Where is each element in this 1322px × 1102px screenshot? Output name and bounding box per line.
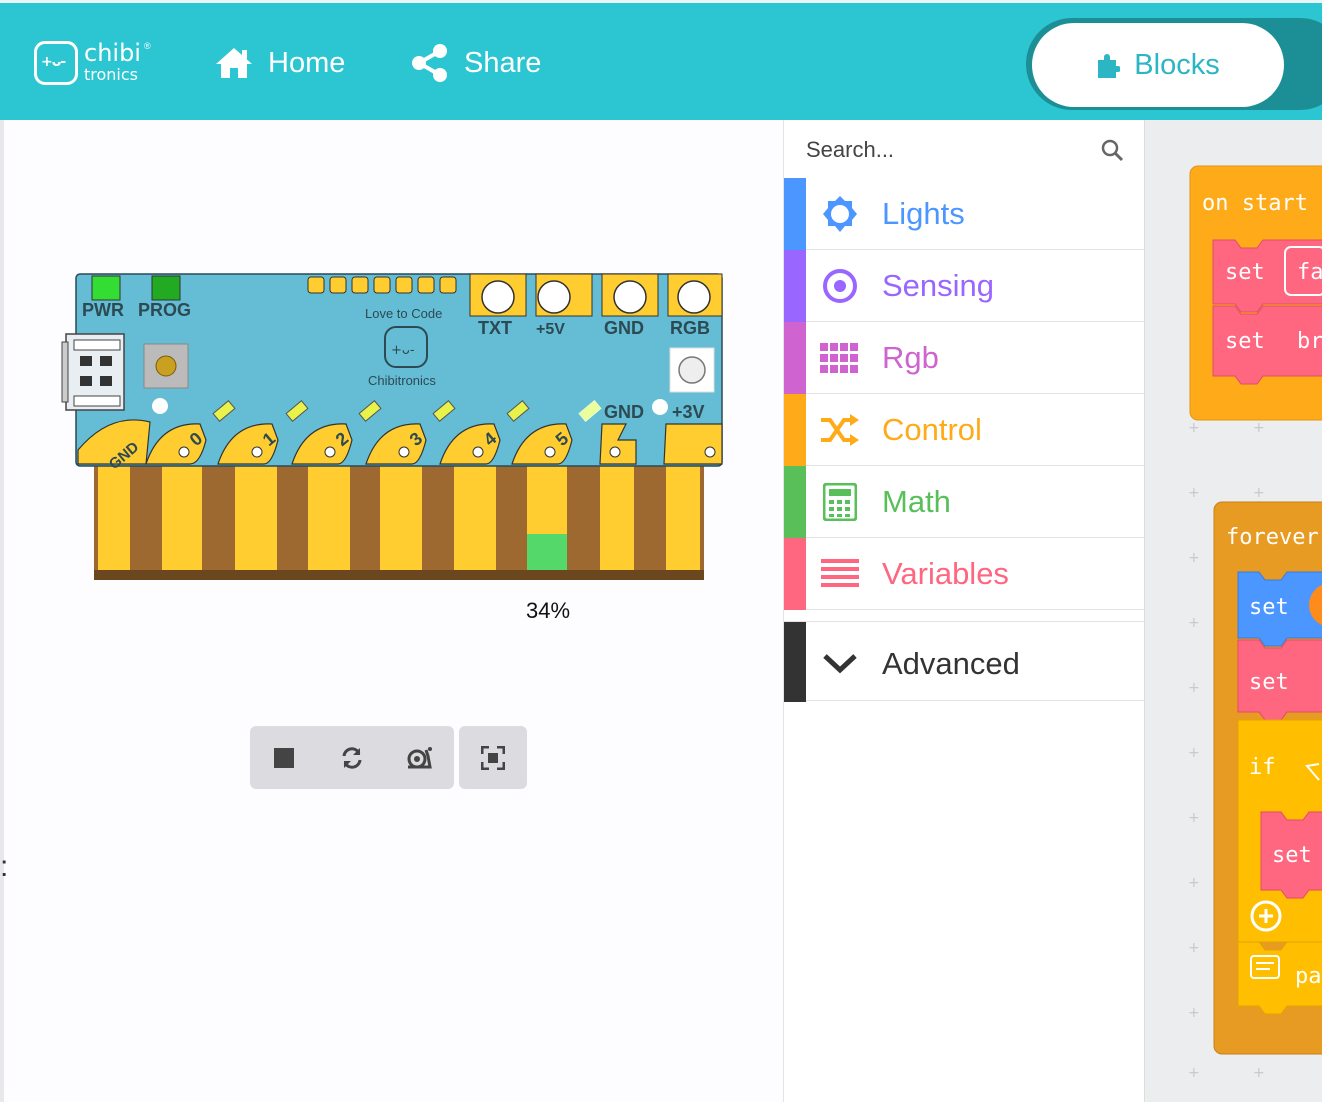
category-color-bar (784, 538, 806, 610)
share-button[interactable]: Share (410, 43, 541, 83)
logo-text-top: chibi (84, 39, 141, 67)
set-label-5: set (1272, 843, 1312, 868)
category-label: Control (882, 412, 982, 447)
reset-button-cap (155, 355, 177, 377)
snail-icon (407, 746, 432, 768)
top-bar: +ᴗ- chibi tronics ® Home Share Blocks (0, 0, 1322, 120)
category-variables[interactable]: Variables (784, 538, 1144, 610)
sensing-icon (820, 268, 860, 304)
set-label-2: set (1225, 329, 1265, 354)
edge-fragment: : (0, 850, 9, 883)
logo-face-box: +ᴗ- (34, 41, 78, 85)
love-to-code-text: Love to Code (365, 306, 442, 321)
board-face-glyph: +ᴗ- (391, 343, 415, 358)
fullscreen-icon (481, 745, 505, 770)
rgb-icon (820, 340, 860, 376)
header-pin-row (307, 276, 457, 294)
search-input[interactable] (806, 137, 1066, 163)
prog-label: PROG (138, 300, 191, 320)
puzzle-icon (1098, 54, 1121, 78)
blocks-label: Blocks (1134, 48, 1220, 81)
share-icon (412, 44, 447, 82)
category-math[interactable]: Math (784, 466, 1144, 538)
refresh-icon (342, 746, 362, 769)
block-stacks: on start set fa set br forever set set i… (1189, 165, 1322, 1055)
category-color-bar (784, 466, 806, 538)
simulator-controls (250, 726, 454, 789)
math-icon (820, 483, 860, 521)
usb-connector (61, 333, 125, 411)
category-color-bar (784, 622, 806, 702)
home-icon (216, 48, 252, 78)
pwr-led (91, 275, 121, 301)
category-label: Sensing (882, 268, 995, 303)
board-bottom-shadow (94, 570, 704, 580)
chevron-down-icon (820, 646, 860, 682)
gnd-top-label: GND (604, 318, 644, 338)
forever-block[interactable]: forever set set if set pa (1213, 501, 1322, 1055)
category-label: Lights (882, 196, 965, 231)
category-control[interactable]: Control (784, 394, 1144, 466)
category-color-bar (784, 322, 806, 394)
on-start-block[interactable]: on start set fa set br (1189, 165, 1322, 421)
category-color-bar (784, 178, 806, 250)
3v-label: +3V (672, 402, 705, 422)
chibitronics-logo[interactable]: +ᴗ- chibi tronics ® (34, 39, 154, 87)
gnd-side-label: GND (604, 402, 644, 422)
restart-button[interactable] (318, 726, 386, 789)
pwr-label: PWR (82, 300, 124, 320)
category-label: Rgb (882, 340, 939, 375)
set-label-1: set (1225, 260, 1265, 285)
share-label: Share (464, 46, 542, 79)
forever-label: forever (1226, 525, 1319, 550)
variables-icon (820, 556, 860, 592)
rgb-label: RGB (670, 318, 710, 338)
category-label: Variables (882, 556, 1009, 591)
set-arg-2: br (1297, 329, 1322, 354)
mount-hole-left (152, 398, 168, 414)
fullscreen-control (459, 726, 527, 789)
category-color-bar (784, 394, 806, 466)
rgb-led-lens (678, 356, 706, 384)
registered-mark: ® (144, 41, 151, 51)
category-sensing[interactable]: Sensing (784, 250, 1144, 322)
txt-label: TXT (478, 318, 512, 338)
home-label: Home (268, 46, 346, 79)
if-label: if (1249, 755, 1276, 780)
category-lights[interactable]: Lights (784, 178, 1144, 250)
app-root: +ᴗ- chibi tronics ® Home Share Blocks: … (0, 0, 1322, 1102)
set-label-4: set (1249, 670, 1289, 695)
fullscreen-button[interactable] (459, 726, 527, 789)
search-icon[interactable] (1100, 138, 1124, 162)
chibitronics-board-text: Chibitronics (368, 373, 436, 388)
pin-strips (98, 462, 700, 570)
advanced-label: Advanced (882, 646, 1020, 681)
pin-level-percent: 34% (526, 598, 571, 623)
toolbox-search (806, 128, 1136, 172)
category-rgb[interactable]: Rgb (784, 322, 1144, 394)
prog-led (151, 275, 181, 301)
5v-label: +5V (536, 321, 565, 338)
set-label-3: set (1249, 595, 1289, 620)
home-button[interactable]: Home (214, 43, 345, 83)
category-label: Math (882, 484, 951, 519)
pin5-level-fill (527, 534, 567, 570)
category-advanced[interactable]: Advanced (784, 621, 1144, 702)
slow-mode-button[interactable] (386, 726, 454, 789)
control-icon (820, 412, 860, 448)
mount-hole-right (652, 399, 668, 415)
pause-label: pa (1295, 964, 1322, 989)
logo-text-bottom: tronics (84, 65, 139, 84)
chibichip-board[interactable]: PWR PROG TXT +5V GND RGB Love to Code +ᴗ… (60, 262, 740, 592)
category-color-bar (784, 250, 806, 322)
on-start-label: on start (1202, 191, 1308, 216)
set-arg-1: fa (1297, 260, 1322, 285)
stop-icon (274, 747, 294, 768)
lights-icon (820, 196, 860, 232)
stop-button[interactable] (250, 726, 318, 789)
logo-face: +ᴗ- (41, 54, 66, 70)
blocks-toggle-button[interactable]: Blocks (1032, 23, 1284, 107)
